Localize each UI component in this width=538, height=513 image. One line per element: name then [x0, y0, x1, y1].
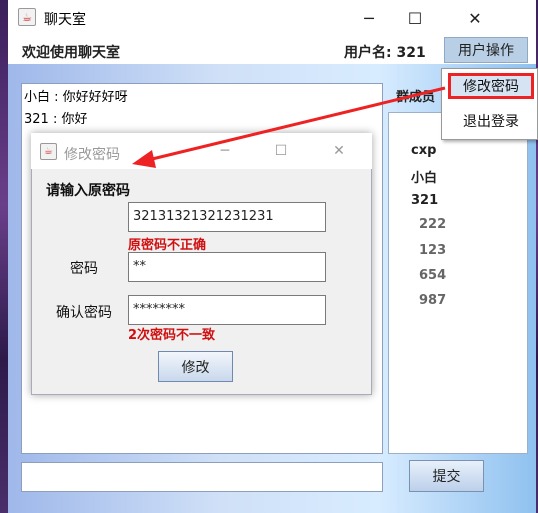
modify-button[interactable]: 修改 [158, 351, 233, 382]
java-icon: ☕ [18, 8, 36, 26]
dialog-minimize-button[interactable]: ─ [210, 138, 240, 164]
confirm-password-label: 确认密码 [56, 305, 112, 321]
maximize-button[interactable]: ☐ [392, 0, 438, 37]
old-password-field[interactable]: 32131321321231231 [128, 202, 326, 232]
member-item: 987 [419, 293, 447, 308]
new-password-field[interactable]: ** [128, 252, 326, 282]
chat-message: 321 : 你好 [24, 112, 88, 127]
close-button[interactable]: ✕ [452, 0, 498, 37]
submit-button[interactable]: 提交 [409, 460, 484, 492]
message-input[interactable] [21, 462, 383, 492]
member-item: 654 [419, 268, 447, 283]
user-operations-menu[interactable]: 用户操作 [444, 37, 528, 63]
username-label: 用户名: 321 [344, 45, 426, 61]
member-item: 222 [419, 217, 447, 232]
confirm-password-error: 2次密码不一致 [128, 328, 216, 343]
old-password-error: 原密码不正确 [128, 238, 207, 253]
java-icon: ☕ [40, 143, 57, 160]
old-password-prompt: 请输入原密码 [46, 183, 130, 199]
dialog-maximize-button[interactable]: ☐ [266, 138, 296, 164]
logout-menu-item[interactable]: 退出登录 [448, 108, 534, 134]
member-item: 321 [411, 193, 439, 208]
member-item: 小白 [411, 171, 438, 186]
welcome-text: 欢迎使用聊天室 [22, 45, 120, 61]
members-title: 群成员 [396, 90, 436, 105]
members-list[interactable]: cxp 小白 321 222 123 654 987 [388, 112, 528, 454]
dialog-close-button[interactable]: ✕ [324, 138, 354, 164]
chat-message: 小白 : 你好好好呀 [24, 90, 128, 105]
confirm-password-field[interactable]: ******** [128, 295, 326, 325]
window-title: 聊天室 [44, 12, 86, 28]
dialog-title: 修改密码 [64, 147, 120, 163]
member-item: cxp [411, 143, 437, 158]
minimize-button[interactable]: ─ [346, 0, 392, 37]
password-label: 密码 [70, 261, 98, 277]
change-password-menu-item[interactable]: 修改密码 [448, 73, 534, 99]
member-item: 123 [419, 243, 447, 258]
